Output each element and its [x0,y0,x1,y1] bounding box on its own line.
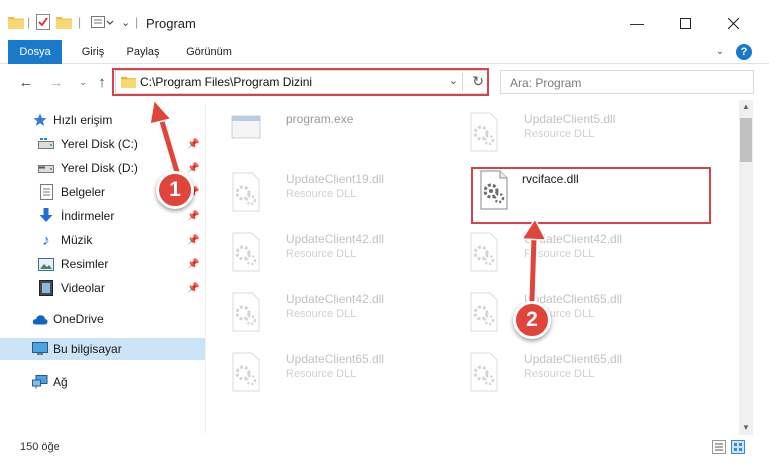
annotation-arrows [149,98,548,305]
arrow-2 [520,217,548,305]
step-1-badge: 1 [156,171,194,209]
file-explorer-window: | | ⌄ | Program — Dosya Giriş Paylaş Gör… [0,0,769,472]
arrow-1 [149,98,182,177]
step-2-badge: 2 [513,301,551,339]
